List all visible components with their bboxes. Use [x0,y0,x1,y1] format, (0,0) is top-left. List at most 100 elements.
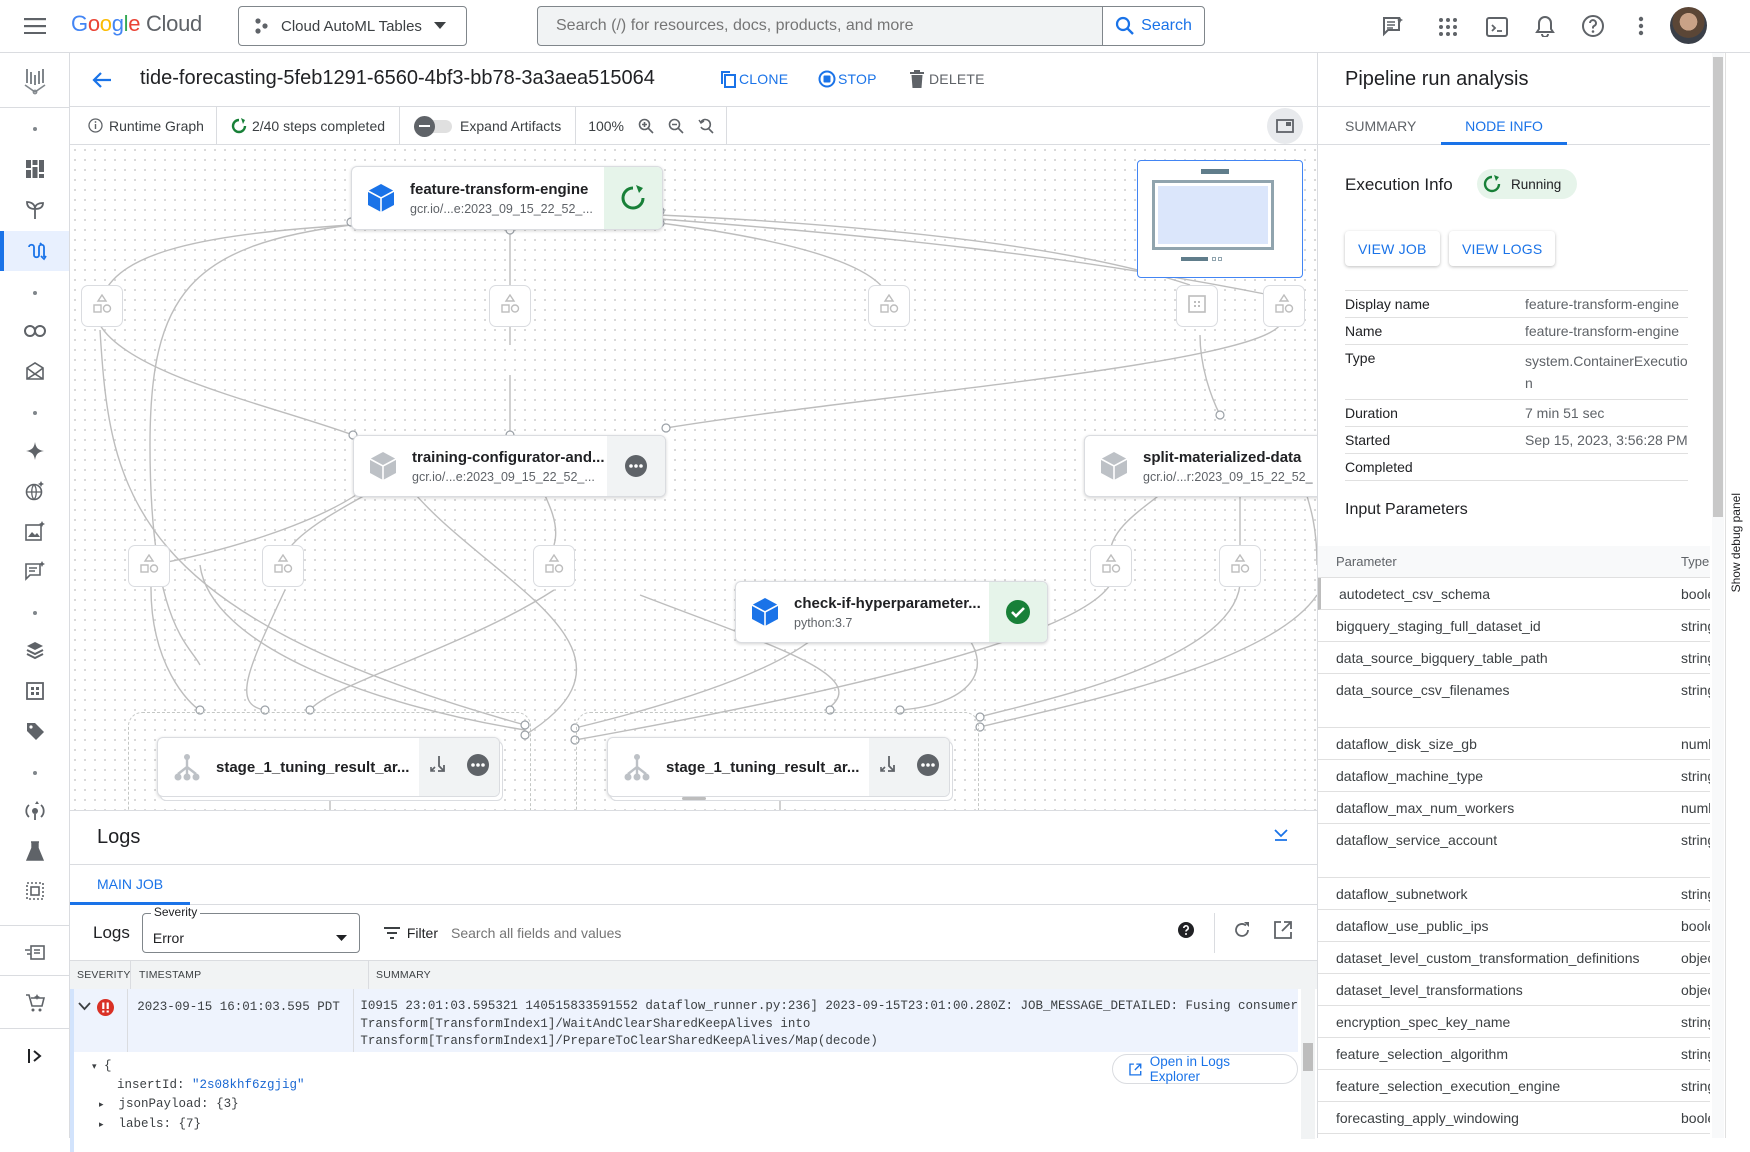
sidebar-item-text-sparkle[interactable] [0,551,69,591]
release-notes-button[interactable] [0,933,69,973]
more-vert-icon[interactable] [1628,13,1654,39]
artifact-node[interactable] [262,545,304,587]
debug-panel-strip[interactable]: Show debug panel [1725,53,1750,1138]
parameter-row[interactable]: data_source_csv_filenames string [1318,674,1710,728]
refresh-icon[interactable] [1233,921,1251,944]
sidebar-item-vision[interactable] [0,471,69,511]
stop-button[interactable]: STOP [818,70,877,88]
vertex-ai-icon[interactable] [0,58,69,103]
artifact-node[interactable] [128,545,170,587]
parameter-row[interactable]: data_source_bigquery_table_path string [1318,642,1710,674]
resize-handle[interactable] [682,797,706,800]
collapse-logs-icon[interactable] [1273,827,1289,848]
clone-button[interactable]: CLONE [720,70,788,88]
panel-scrollbar[interactable] [1712,53,1724,1138]
parameter-row[interactable]: bigquery_staging_full_dataset_id string [1318,610,1710,642]
parameter-row[interactable]: forecasting_apply_windowing boolean [1318,1102,1710,1134]
arrow-back-icon[interactable] [90,68,114,92]
zoom-in-icon[interactable] [638,118,654,134]
sidebar-item-labeling-tag[interactable] [0,711,69,751]
tab-main-job[interactable]: MAIN JOB [70,865,190,905]
expand-subgraph-icon[interactable] [879,755,897,780]
parameter-row[interactable]: dataflow_disk_size_gb number [1318,728,1710,760]
json-labels-node[interactable]: ▸ labels: {7} [99,1117,201,1131]
sidebar-item-model-garden[interactable] [0,190,69,230]
parameter-row[interactable]: dataflow_service_account string [1318,824,1710,878]
hamburger-menu-icon[interactable] [22,14,48,38]
pipeline-node-stage-1-tuning-result[interactable]: stage_1_tuning_result_ar... [607,737,950,797]
artifact-node[interactable] [868,285,910,327]
json-root[interactable]: ▾ { [92,1059,112,1073]
parameter-row[interactable]: dataset_level_custom_transformation_defi… [1318,942,1710,974]
parameter-row[interactable]: feature_selection_algorithm string [1318,1038,1710,1070]
pipeline-node-training-configurator[interactable]: training-configurator-and... gcr.io/...e:… [353,435,666,497]
delete-button[interactable]: DELETE [910,70,985,88]
artifact-node[interactable] [81,285,123,327]
tab-summary[interactable]: SUMMARY [1345,107,1416,145]
parameter-row[interactable]: autodetect_csv_schema boolean [1318,578,1710,610]
json-payload-node[interactable]: ▸ jsonPayload: {3} [99,1097,239,1111]
notifications-icon[interactable] [1532,13,1558,39]
parameter-row[interactable]: dataflow_max_num_workers number [1318,792,1710,824]
sidebar-item-experiments-flask[interactable] [0,831,69,871]
sidebar-item-sparkle[interactable] [0,431,69,471]
artifact-node[interactable] [489,285,531,327]
open-external-icon[interactable] [1273,920,1293,945]
expand-sidebar-button[interactable] [0,1036,69,1076]
pipeline-node-check-if-hyperparameter[interactable]: check-if-hyperparameter... python:3.7 [735,581,1048,643]
show-debug-panel-label[interactable]: Show debug panel [1729,493,1743,613]
parameter-row[interactable]: dataset_level_transformations object [1318,974,1710,1006]
pipeline-node-split-materialized-data[interactable]: split-materialized-data gcr.io/...r:2023_… [1084,435,1317,497]
google-cloud-logo[interactable]: Google Cloud [71,11,202,37]
project-picker[interactable]: Cloud AutoML Tables [238,6,467,46]
logs-search-input[interactable] [451,924,1011,941]
help-icon[interactable] [1580,13,1606,39]
expand-artifacts-toggle[interactable]: Expand Artifacts [400,115,575,137]
zoom-out-icon[interactable] [668,118,684,134]
minimap-toggle-button[interactable] [1267,107,1303,144]
pipeline-graph-canvas[interactable]: feature-transform-engine gcr.io/...e:2023… [70,145,1317,810]
sidebar-item-training[interactable] [0,791,69,831]
parameter-row[interactable]: dataflow_machine_type string [1318,760,1710,792]
pipeline-node-stage-1-tuning-result[interactable]: stage_1_tuning_result_ar... [157,737,500,797]
runtime-graph-info[interactable]: Runtime Graph [70,118,216,134]
parameter-row[interactable]: dataflow_subnetwork string [1318,878,1710,910]
view-job-button[interactable]: VIEW JOB [1345,231,1440,266]
zoom-reset-icon[interactable] [698,118,714,134]
graph-minimap[interactable] [1137,160,1303,278]
search-button[interactable]: Search [1102,7,1204,45]
artifact-node[interactable] [1263,285,1305,327]
artifact-node[interactable] [533,545,575,587]
help-icon[interactable] [1178,922,1194,943]
log-row[interactable]: 2023-09-15 16:01:03.595 PDT I0915 23:01:… [70,989,1298,1052]
toggle-switch[interactable] [414,115,454,137]
tab-node-info[interactable]: NODE INFO [1441,107,1567,145]
gemini-chat-icon[interactable] [1380,14,1406,40]
cloud-shell-icon[interactable] [1484,14,1510,40]
expand-subgraph-icon[interactable] [429,755,447,780]
artifact-node[interactable] [1090,545,1132,587]
search-input[interactable] [538,17,1102,35]
sidebar-item-image-sparkle[interactable] [0,511,69,551]
open-in-logs-explorer-button[interactable]: Open in Logs Explorer [1112,1054,1298,1084]
view-logs-button[interactable]: VIEW LOGS [1449,231,1555,266]
sidebar-item-colab[interactable] [0,311,69,351]
severity-select[interactable]: Severity Error [141,904,360,953]
parameter-row[interactable]: encryption_spec_key_name string [1318,1006,1710,1038]
search-bar[interactable]: Search [537,6,1205,46]
artifact-node[interactable] [1219,545,1261,587]
sidebar-item-feature-store[interactable] [0,671,69,711]
parameter-row[interactable]: dataflow_use_public_ips boolean [1318,910,1710,942]
sidebar-item-workbench[interactable] [0,351,69,391]
filter-button[interactable]: Filter [383,925,438,941]
artifact-dataset-node[interactable] [1176,285,1218,327]
sidebar-item-pipelines[interactable] [0,231,69,271]
chevron-down-icon[interactable] [78,1002,91,1011]
parameter-row[interactable]: feature_selection_execution_engine string [1318,1070,1710,1102]
sidebar-item-datasets[interactable] [0,631,69,671]
user-avatar[interactable] [1670,7,1707,44]
apps-grid-icon[interactable] [1435,14,1461,40]
pipeline-node-feature-transform-engine[interactable]: feature-transform-engine gcr.io/...e:2023… [351,166,663,230]
marketplace-button[interactable] [0,983,69,1023]
sidebar-item-dashboard[interactable] [0,149,69,189]
